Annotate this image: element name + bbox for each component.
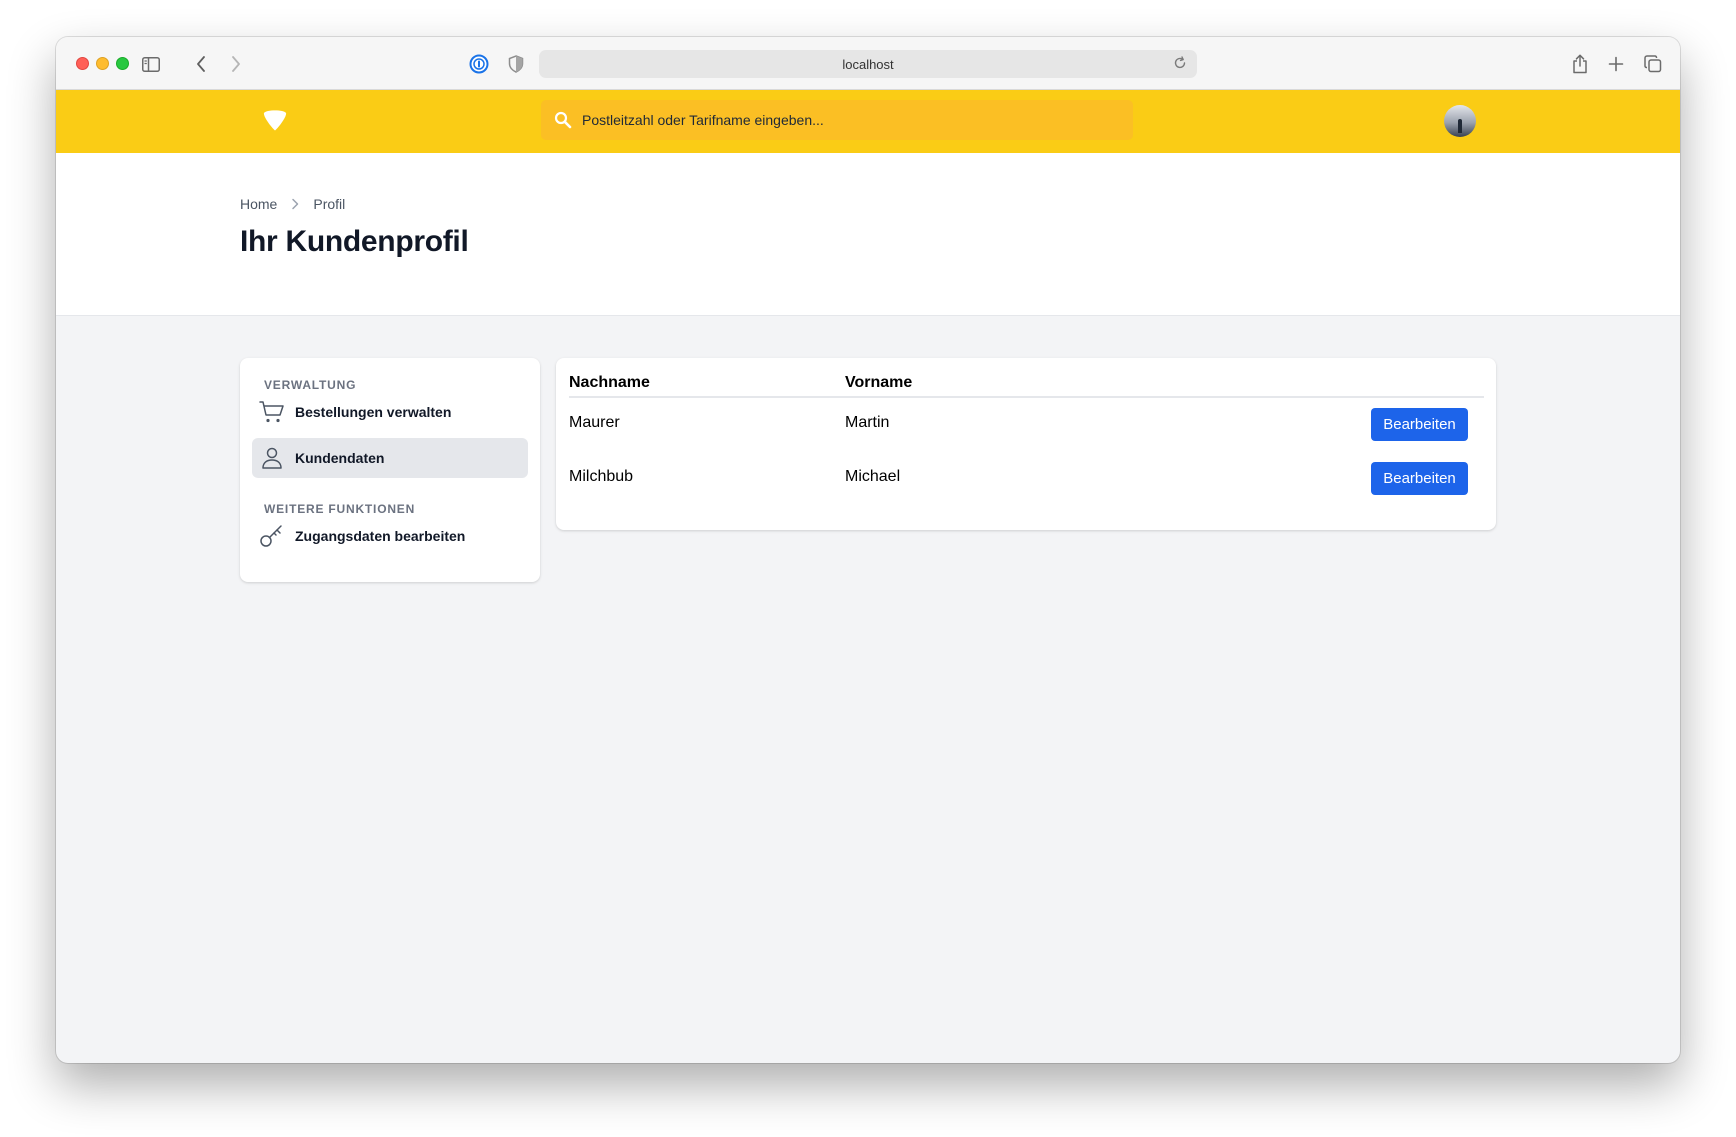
edit-button[interactable]: Bearbeiten bbox=[1371, 462, 1468, 495]
password-manager-icon[interactable] bbox=[466, 51, 492, 77]
new-tab-icon[interactable] bbox=[1603, 51, 1629, 77]
tab-overview-icon[interactable] bbox=[1640, 51, 1666, 77]
address-bar[interactable]: localhost bbox=[539, 50, 1197, 78]
column-header-nachname[interactable]: Nachname bbox=[569, 374, 650, 392]
browser-toolbar: localhost bbox=[56, 37, 1680, 90]
reload-icon[interactable] bbox=[1173, 56, 1187, 73]
search-icon bbox=[554, 111, 572, 129]
browser-window: localhost Home bbox=[56, 37, 1680, 1063]
avatar[interactable] bbox=[1444, 105, 1476, 137]
cart-icon bbox=[259, 399, 285, 425]
app-header bbox=[56, 90, 1680, 153]
user-icon bbox=[259, 445, 285, 471]
edit-button[interactable]: Bearbeiten bbox=[1371, 408, 1468, 441]
forward-icon[interactable] bbox=[223, 51, 249, 77]
logo-icon[interactable] bbox=[262, 108, 288, 137]
sidebar-toggle-icon[interactable] bbox=[138, 51, 164, 77]
cell-nachname: Milchbub bbox=[569, 468, 634, 485]
share-icon[interactable] bbox=[1567, 51, 1593, 77]
breadcrumb-home[interactable]: Home bbox=[240, 196, 277, 212]
sidebar-section-verwaltung: VERWALTUNG bbox=[264, 378, 357, 392]
sidebar-section-weitere-funktionen: WEITERE FUNKTIONEN bbox=[264, 502, 416, 516]
sidebar-item-label: Zugangsdaten bearbeiten bbox=[295, 528, 466, 544]
minimize-window-button[interactable] bbox=[96, 57, 109, 70]
maximize-window-button[interactable] bbox=[116, 57, 129, 70]
chevron-right-icon bbox=[291, 198, 299, 210]
customer-table: Nachname Vorname Maurer Martin Bearbeite… bbox=[556, 358, 1496, 530]
close-window-button[interactable] bbox=[76, 57, 89, 70]
breadcrumb: Home Profil bbox=[240, 196, 345, 212]
search-input[interactable] bbox=[582, 112, 1102, 128]
back-icon[interactable] bbox=[188, 51, 214, 77]
cell-vorname: Michael bbox=[845, 468, 901, 485]
cell-vorname: Martin bbox=[845, 414, 890, 431]
sidebar: VERWALTUNG Bestellungen verwalten Kunden… bbox=[240, 358, 540, 582]
key-icon bbox=[259, 523, 285, 549]
sidebar-item-label: Bestellungen verwalten bbox=[295, 404, 452, 420]
header-divider bbox=[569, 396, 1484, 398]
column-header-vorname[interactable]: Vorname bbox=[845, 374, 912, 392]
sidebar-item-kundendaten[interactable]: Kundendaten bbox=[252, 438, 528, 478]
cell-nachname: Maurer bbox=[569, 414, 620, 431]
search-field[interactable] bbox=[541, 100, 1133, 140]
page-header: Home Profil Ihr Kundenprofil bbox=[56, 153, 1680, 316]
sidebar-item-zugangsdaten[interactable]: Zugangsdaten bearbeiten bbox=[252, 516, 528, 556]
address-bar-url: localhost bbox=[842, 56, 894, 72]
sidebar-item-label: Kundendaten bbox=[295, 450, 385, 466]
page-title: Ihr Kundenprofil bbox=[240, 225, 469, 258]
sidebar-item-bestellungen[interactable]: Bestellungen verwalten bbox=[252, 392, 528, 432]
shield-icon[interactable] bbox=[503, 51, 529, 77]
breadcrumb-profil[interactable]: Profil bbox=[313, 196, 345, 212]
